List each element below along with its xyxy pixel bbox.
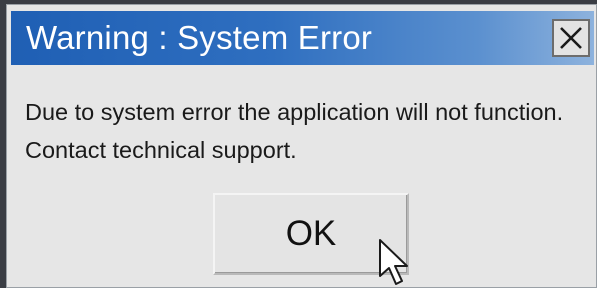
dialog-titlebar[interactable]: Warning : System Error bbox=[11, 11, 594, 65]
dialog-title: Warning : System Error bbox=[26, 19, 373, 56]
close-x-icon bbox=[558, 25, 584, 51]
close-button[interactable] bbox=[552, 19, 590, 57]
message-line-1: Due to system error the application will… bbox=[25, 99, 564, 125]
mouse-pointer-icon bbox=[376, 238, 416, 288]
ok-button-label: OK bbox=[285, 214, 337, 253]
error-dialog: Warning : System Error Due to system err… bbox=[6, 4, 597, 288]
screen: Warning : System Error Due to system err… bbox=[0, 0, 597, 288]
message-line-2: Contact technical support. bbox=[25, 137, 297, 163]
dialog-message: Due to system error the application will… bbox=[25, 93, 595, 169]
